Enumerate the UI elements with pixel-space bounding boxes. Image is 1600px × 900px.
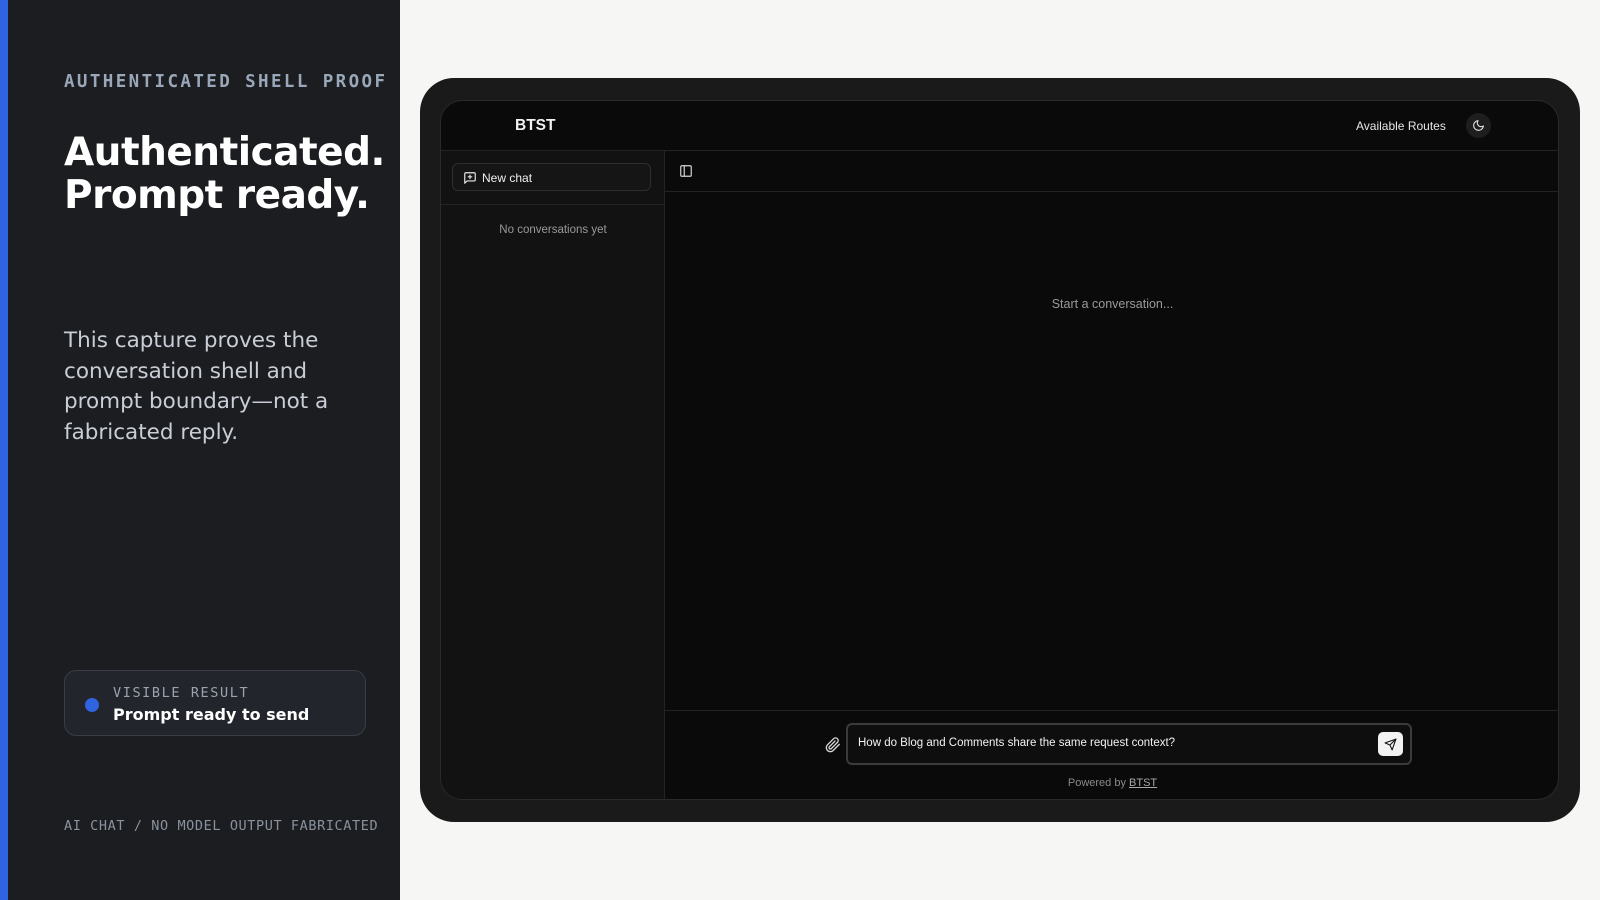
empty-conversations-text: No conversations yet	[499, 224, 607, 236]
headline-line-1: Authenticated.	[64, 130, 385, 175]
new-chat-button[interactable]: New chat	[452, 163, 651, 191]
result-card: VISIBLE RESULT Prompt ready to send	[64, 670, 366, 736]
theme-toggle-button[interactable]	[1466, 113, 1491, 138]
sidebar-divider	[441, 204, 664, 205]
new-chat-label: New chat	[482, 171, 533, 185]
moon-icon	[1473, 120, 1484, 131]
brand-logo[interactable]: BTST	[515, 117, 555, 135]
powered-by-link[interactable]: BTST	[1129, 777, 1157, 789]
powered-by-prefix: Powered by	[1067, 777, 1126, 789]
status-dot	[85, 698, 99, 712]
chat-main: Start a conversation... Powered by	[665, 151, 1558, 799]
empty-state-text: Start a conversation...	[1051, 297, 1174, 311]
available-routes-link[interactable]: Available Routes	[1356, 119, 1446, 133]
sidebar-toggle-icon[interactable]	[679, 164, 693, 178]
chat-toolbar	[665, 151, 1558, 192]
footnote: AI CHAT / NO MODEL OUTPUT FABRICATED	[64, 818, 379, 834]
result-value: Prompt ready to send	[113, 705, 310, 724]
prompt-input[interactable]	[858, 725, 1358, 761]
result-label: VISIBLE RESULT	[113, 685, 250, 701]
send-icon	[1384, 738, 1397, 750]
device-frame: BTST Available Routes New chat No conver…	[420, 78, 1580, 822]
conversation-sidebar: New chat No conversations yet	[441, 151, 665, 799]
powered-by: Powered by BTST	[665, 777, 1558, 789]
paperclip-icon[interactable]	[825, 737, 841, 753]
accent-bar	[0, 0, 8, 900]
headline: Authenticated. Prompt ready.	[64, 131, 394, 217]
composer: Powered by BTST	[665, 710, 1558, 799]
description: This capture proves the conversation she…	[64, 328, 329, 445]
message-plus-icon	[464, 172, 476, 184]
app-header: BTST Available Routes	[441, 101, 1558, 151]
send-button[interactable]	[1378, 732, 1403, 756]
app-window: BTST Available Routes New chat No conver…	[440, 100, 1559, 800]
left-panel: AUTHENTICATED SHELL PROOF Authenticated.…	[0, 0, 400, 900]
eyebrow-label: AUTHENTICATED SHELL PROOF	[64, 72, 388, 92]
prompt-box	[846, 723, 1412, 765]
headline-line-2: Prompt ready.	[64, 173, 370, 218]
